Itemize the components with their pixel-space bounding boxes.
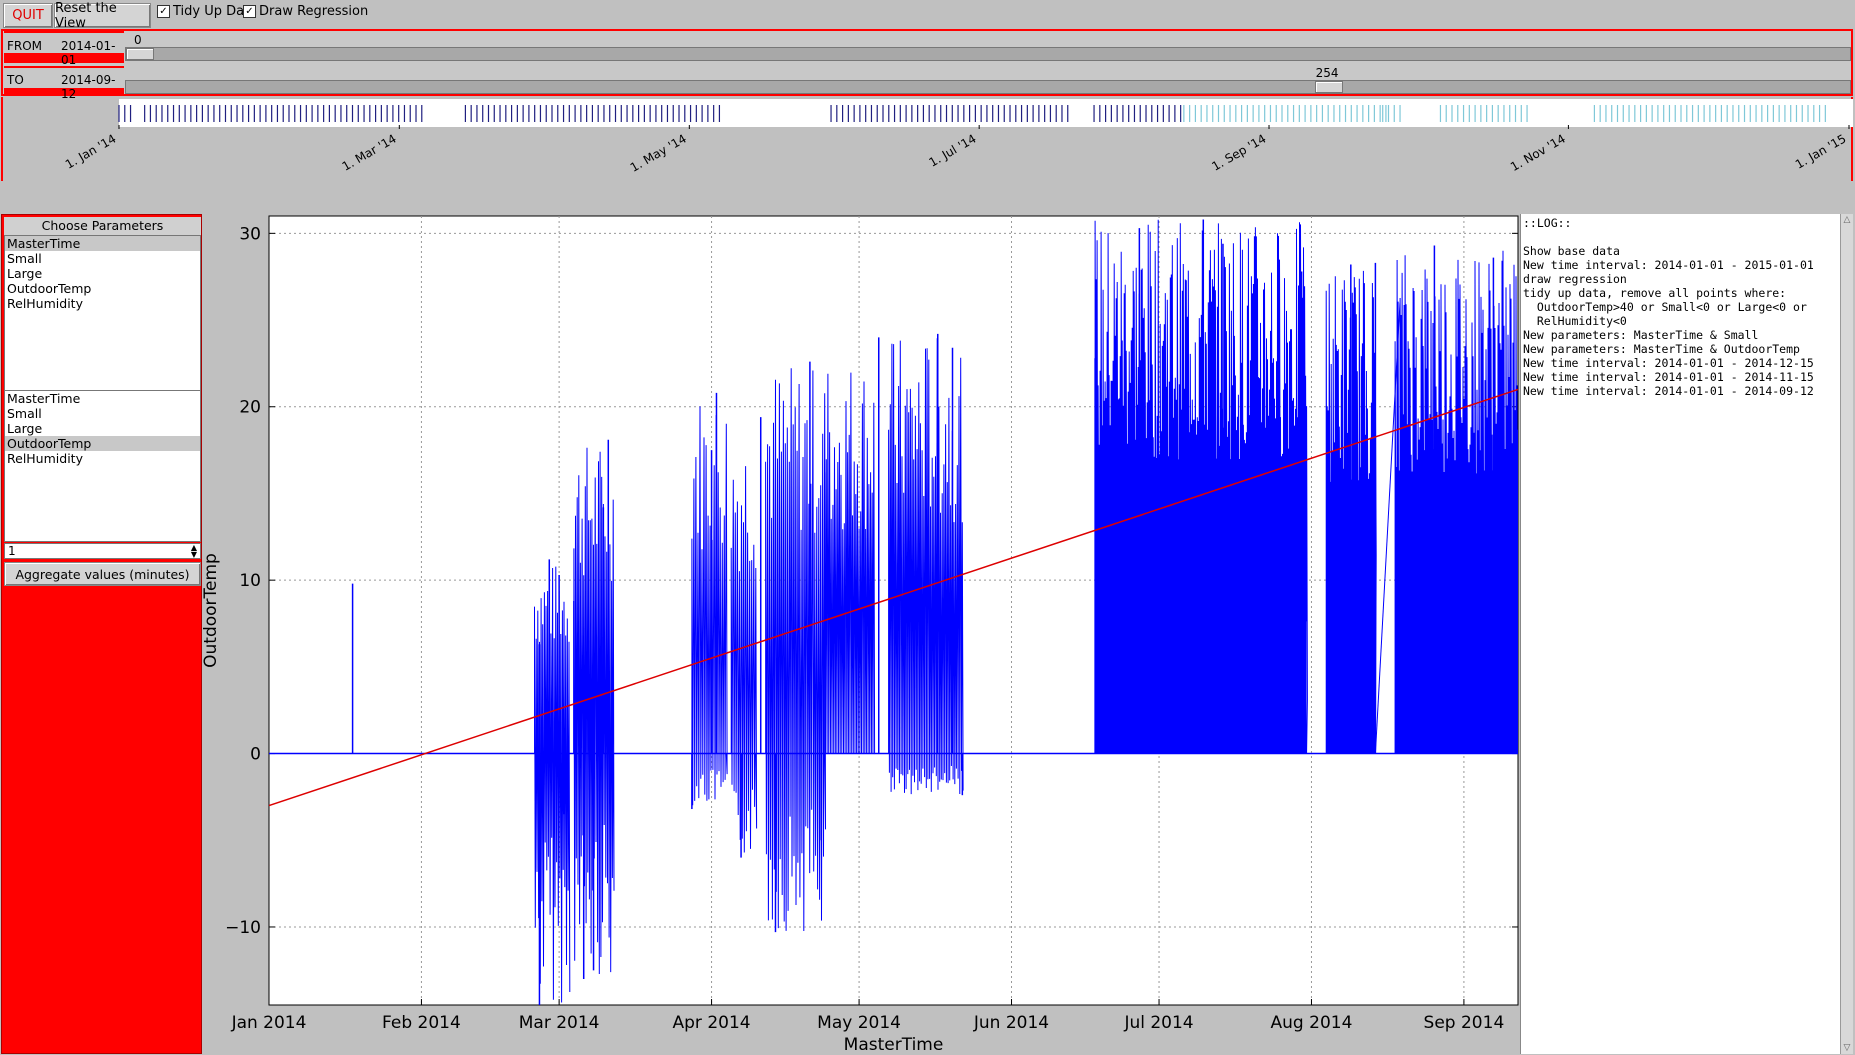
- x-tick-label: Sep 2014: [1424, 1013, 1505, 1033]
- from-label: FROM: [7, 39, 43, 53]
- log-line: OutdoorTemp>40 or Small<0 or Large<0 or: [1523, 300, 1807, 314]
- from-slider-handle[interactable]: [126, 48, 154, 60]
- y-parameter-item[interactable]: OutdoorTemp: [5, 436, 200, 451]
- x-tick-label: Aug 2014: [1271, 1013, 1353, 1033]
- checkmark-icon: ✓: [243, 5, 256, 18]
- series-fill: [1095, 513, 1307, 754]
- spin-arrows-icon[interactable]: ▲ ▼: [189, 544, 199, 559]
- log-panel: ::LOG:: Show base data New time interval:…: [1520, 214, 1840, 1054]
- y-tick-label: −10: [225, 918, 261, 938]
- quit-button[interactable]: QUIT: [3, 3, 53, 28]
- log-line: ::LOG::: [1523, 216, 1572, 230]
- to-slider[interactable]: [125, 80, 1851, 94]
- y-tick-label: 20: [239, 398, 261, 418]
- x-parameter-item[interactable]: Large: [5, 266, 200, 281]
- scroll-down-icon[interactable]: ▽: [1841, 1042, 1853, 1054]
- from-date-value: 2014-01-01: [61, 39, 116, 67]
- x-tick-label: Feb 2014: [382, 1013, 461, 1033]
- x-tick-label: Jul 2014: [1123, 1013, 1193, 1033]
- log-line: New time interval: 2014-01-01 - 2014-11-…: [1523, 370, 1814, 384]
- y-tick-label: 30: [239, 224, 261, 244]
- log-line: draw regression: [1523, 272, 1627, 286]
- x-parameter-list[interactable]: MasterTime Small Large OutdoorTemp RelHumidi…: [4, 235, 201, 405]
- scroll-up-icon[interactable]: △: [1841, 214, 1853, 226]
- log-line: New parameters: MasterTime & OutdoorTemp: [1523, 342, 1800, 356]
- y-tick-label: 0: [250, 745, 261, 765]
- to-row: TO 2014-09-12: [4, 66, 124, 101]
- aggregate-values-button[interactable]: Aggregate values (minutes): [4, 562, 201, 586]
- range-panel: FROM 2014-01-01 TO 2014-09-12 0 254: [1, 29, 1853, 101]
- timeline-svg: 1. Jan '14 1. Mar '14 1. May '14 1. Jul '14…: [63, 99, 1853, 175]
- log-line: New time interval: 2014-01-01 - 2014-09-…: [1523, 384, 1814, 398]
- draw-regression-label: Draw Regression: [259, 4, 369, 19]
- from-row: FROM 2014-01-01: [4, 31, 124, 67]
- to-slider-value: 254: [1315, 66, 1339, 80]
- timeline-tick-label: 1. Sep '14: [1209, 131, 1268, 173]
- log-scrollbar[interactable]: △ ▽: [1840, 214, 1853, 1054]
- draw-regression-checkbox[interactable]: ✓ Draw Regression: [243, 4, 368, 19]
- log-line: New time interval: 2014-01-01 - 2015-01-…: [1523, 258, 1814, 272]
- x-tick-label: Apr 2014: [673, 1013, 751, 1033]
- x-tick-label: May 2014: [817, 1013, 901, 1033]
- outdoor-temp-chart[interactable]: 30 20 10 0 −10 Jan 2014 Feb 2014 Mar 2014 Apr 20…: [202, 214, 1520, 1054]
- plot-panel: 30 20 10 0 −10 Jan 2014 Feb 2014 Mar 2014 Apr 20…: [202, 214, 1520, 1054]
- x-parameter-item[interactable]: MasterTime: [5, 236, 200, 251]
- x-parameter-item[interactable]: RelHumidity: [5, 296, 200, 311]
- to-label: TO: [7, 73, 24, 87]
- series-fill: [1395, 524, 1518, 754]
- from-slider[interactable]: [125, 47, 1851, 61]
- timeline-overview[interactable]: 1. Jan '14 1. Mar '14 1. May '14 1. Jul '14…: [1, 97, 1853, 181]
- timeline-tick-label: 1. Mar '14: [340, 131, 399, 173]
- y-axis-label: OutdoorTemp: [202, 553, 221, 668]
- log-line: RelHumidity<0: [1523, 314, 1627, 328]
- y-tick-label: 10: [239, 571, 261, 591]
- x-axis-label: MasterTime: [844, 1035, 944, 1054]
- x-tick-label: Jun 2014: [973, 1013, 1049, 1033]
- log-line: tidy up data, remove all points where:: [1523, 286, 1787, 300]
- checkmark-icon: ✓: [157, 5, 170, 18]
- log-line: New time interval: 2014-01-01 - 2014-12-…: [1523, 356, 1814, 370]
- x-parameter-item[interactable]: OutdoorTemp: [5, 281, 200, 296]
- parameter-panel: Choose Parameters MasterTime Small Large Ou…: [1, 214, 202, 1054]
- timeline-tick-label: 1. Jan '14: [63, 131, 119, 171]
- aggregate-spinbox[interactable]: 1 ▲ ▼: [4, 543, 201, 559]
- aggregate-spin-value: 1: [8, 544, 16, 558]
- x-parameter-item[interactable]: Small: [5, 251, 200, 266]
- x-tick-label: Jan 2014: [231, 1013, 307, 1033]
- y-parameter-item[interactable]: RelHumidity: [5, 451, 200, 466]
- y-parameter-list[interactable]: MasterTime Small Large OutdoorTemp RelHumidi…: [4, 390, 201, 542]
- timeline-tick-label: 1. Nov '14: [1508, 131, 1568, 174]
- log-line: Show base data: [1523, 244, 1620, 258]
- timeline-tick-label: 1. Jan '15: [1793, 131, 1849, 171]
- timeline-track: [119, 99, 1853, 127]
- timeline-tick-label: 1. May '14: [628, 131, 689, 174]
- y-parameter-item[interactable]: Small: [5, 406, 200, 421]
- reset-view-button[interactable]: Reset the View: [54, 1, 151, 31]
- y-parameter-item[interactable]: MasterTime: [5, 391, 200, 406]
- from-slider-value: 0: [134, 33, 142, 47]
- to-slider-handle[interactable]: [1314, 81, 1343, 93]
- timeline-tick-label: 1. Jul '14: [927, 131, 979, 169]
- log-line: New parameters: MasterTime & Small: [1523, 328, 1759, 342]
- x-tick-label: Mar 2014: [519, 1013, 600, 1033]
- choose-parameters-title: Choose Parameters: [4, 217, 201, 235]
- y-parameter-item[interactable]: Large: [5, 421, 200, 436]
